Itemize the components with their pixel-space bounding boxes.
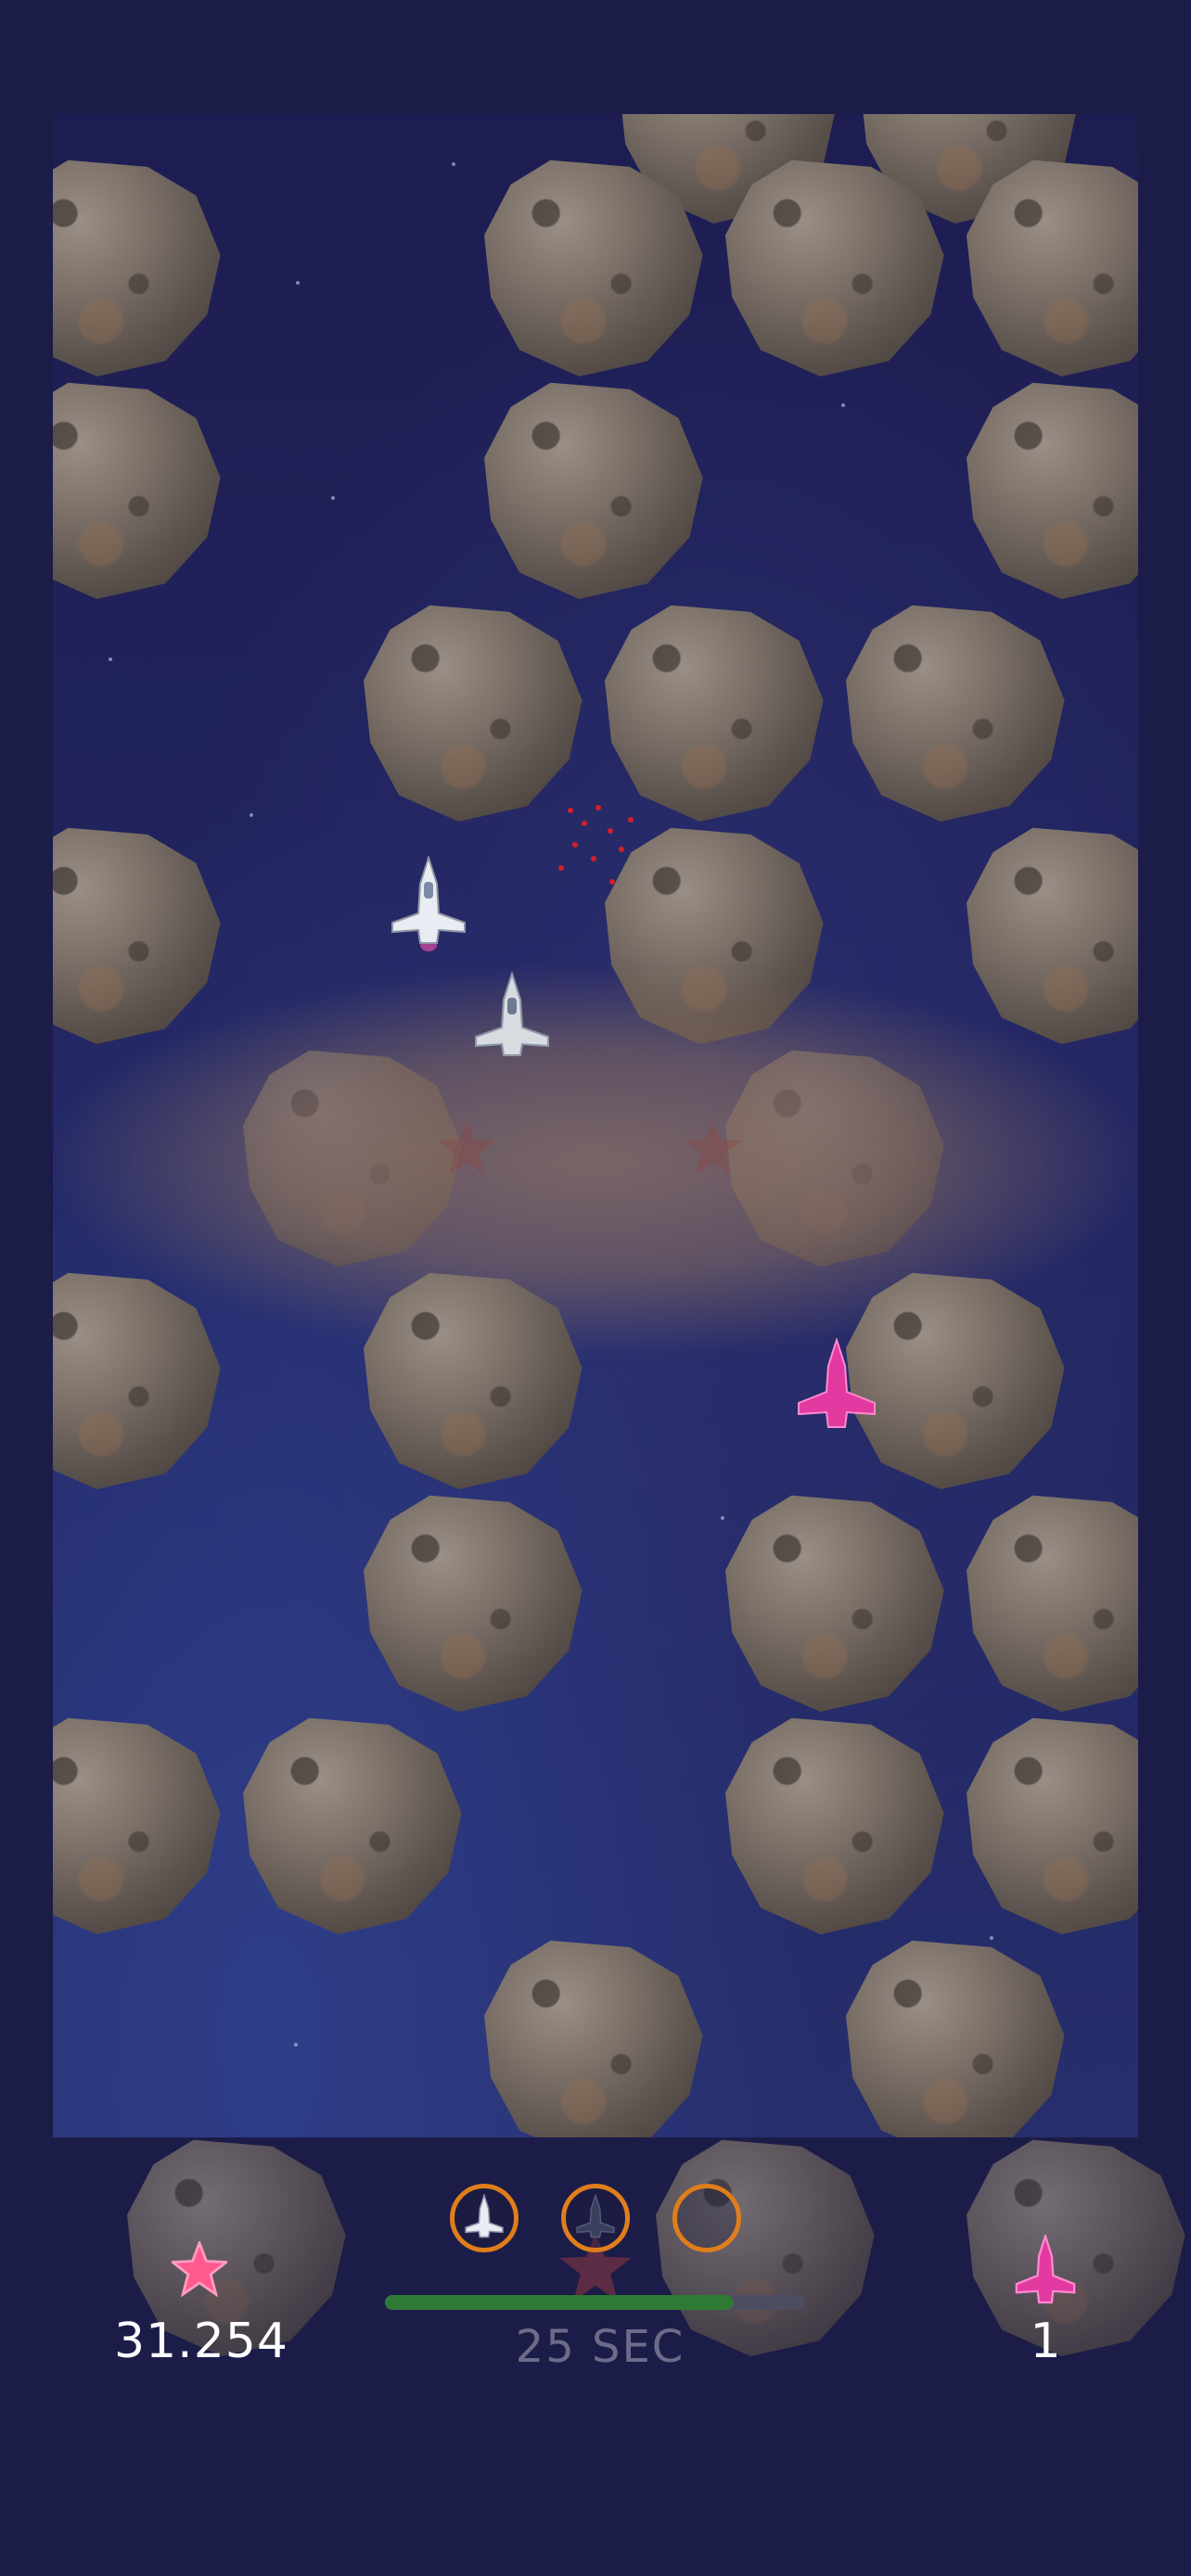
asteroid (605, 605, 824, 822)
background-star (109, 657, 112, 661)
ship-slot-empty[interactable] (672, 2184, 741, 2252)
asteroid (364, 605, 583, 822)
asteroid (967, 1717, 1138, 1934)
asteroid (846, 605, 1065, 822)
level-progress-fill (385, 2295, 734, 2310)
player-ship[interactable] (387, 856, 470, 958)
explosion-debris (596, 805, 601, 810)
asteroid (725, 1717, 944, 1934)
asteroid (967, 382, 1138, 599)
pink-star-icon (172, 2241, 227, 2297)
background-star (294, 2043, 298, 2047)
background-star (452, 162, 455, 166)
explosion-debris (572, 842, 578, 848)
faded-star-pickup (685, 1120, 742, 1175)
background-star (250, 813, 253, 817)
asteroid (364, 1495, 583, 1712)
explosion-debris (568, 808, 573, 813)
ally-ship (475, 972, 549, 1056)
level-progress-bar (385, 2295, 805, 2310)
asteroid (53, 159, 221, 376)
background-star (296, 281, 300, 285)
explosion-debris (609, 879, 615, 885)
lives-value: 1 (1030, 2314, 1061, 2369)
explosion-debris (608, 828, 613, 834)
faded-star-pickup (438, 1120, 495, 1175)
asteroid (967, 159, 1138, 376)
background-star (841, 403, 845, 407)
score-value: 31.254 (114, 2314, 288, 2369)
game-playfield[interactable] (53, 114, 1138, 2137)
asteroid (725, 1495, 944, 1712)
asteroid (243, 1717, 462, 1934)
dark-spaceship-icon (576, 2194, 615, 2238)
asteroid (846, 1940, 1065, 2137)
ship-slot-locked[interactable] (561, 2184, 630, 2252)
explosion-debris (582, 821, 587, 826)
magenta-ship-icon (1015, 2235, 1076, 2304)
ship-slot-active[interactable] (450, 2184, 519, 2252)
hud-bar: 31.254 25 SEC 1 (53, 2137, 1185, 2460)
timer-label: 25 SEC (515, 2321, 685, 2373)
enemy-ship[interactable] (795, 1338, 878, 1431)
explosion-debris (591, 856, 596, 861)
explosion-debris (558, 865, 564, 871)
asteroid (967, 1495, 1138, 1712)
explosion-debris (628, 817, 634, 823)
background-star (331, 496, 335, 500)
background-star (990, 1936, 993, 1940)
asteroid (484, 382, 703, 599)
background-star (721, 1516, 724, 1520)
white-spaceship-icon (465, 2194, 504, 2238)
asteroid (53, 1717, 221, 1934)
asteroid (53, 382, 221, 599)
explosion-debris (619, 847, 624, 852)
asteroid (484, 1940, 703, 2137)
